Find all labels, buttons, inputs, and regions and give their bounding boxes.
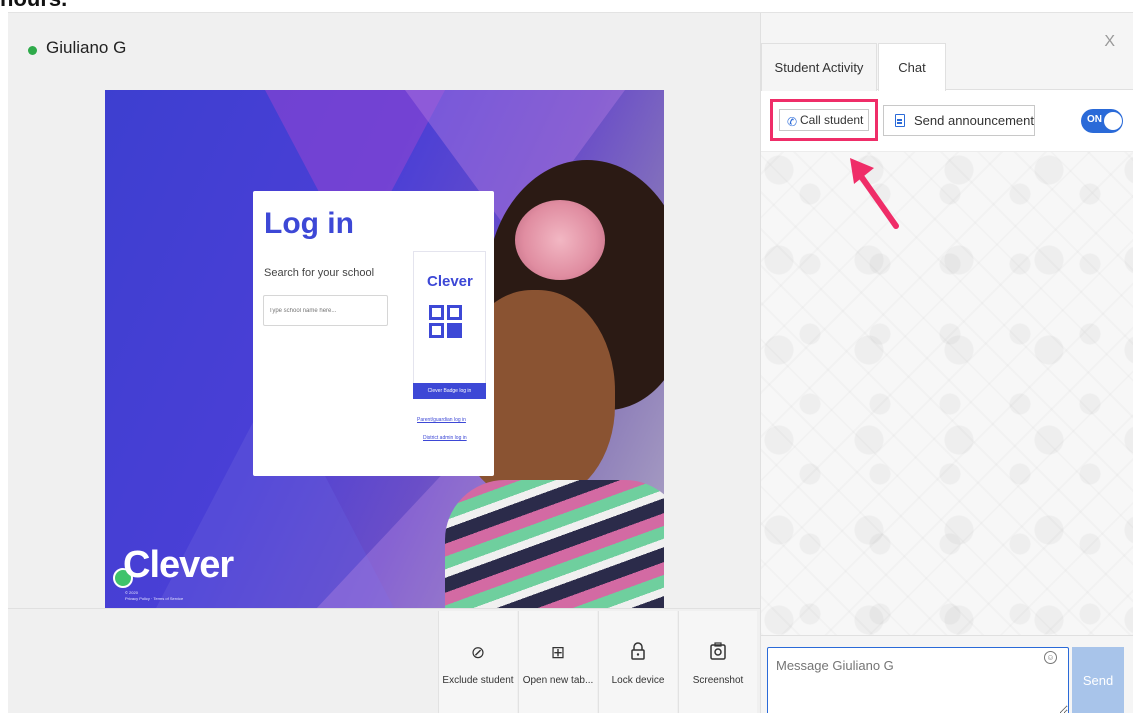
school-search-input[interactable] [263, 295, 388, 326]
toggle-label: ON [1087, 114, 1102, 125]
tool-label: Screenshot [692, 675, 744, 686]
student-screen-capture: Log in Search for your school Clever Cle… [105, 90, 664, 608]
send-announcement-button[interactable]: Send announcement [883, 105, 1035, 136]
tab-chat[interactable]: Chat [878, 43, 946, 92]
photo-hair-bow [515, 200, 605, 280]
emoji-icon[interactable]: ☺ [1044, 651, 1057, 664]
exclude-student-button[interactable]: ⊘ Exclude student [438, 611, 517, 713]
chat-actions-bar: ✆ Call student Send announcement ON [761, 91, 1133, 152]
parent-login-link[interactable]: Parent/guardian log in [417, 417, 466, 423]
send-announcement-label: Send announcement [914, 113, 1034, 128]
district-login-link[interactable]: District admin log in [423, 435, 467, 441]
toggle-knob [1104, 112, 1122, 130]
close-icon[interactable]: X [1104, 33, 1115, 51]
block-icon: ⊘ [470, 643, 486, 662]
fine-print-links: Privacy Policy · Terms of Service [125, 596, 184, 601]
student-header: Giuliano G [8, 13, 760, 89]
student-screen-pane: Giuliano G Log in Search for your school… [8, 13, 760, 713]
lock-device-button[interactable]: Lock device [598, 611, 677, 713]
camera-icon [679, 642, 757, 664]
login-title: Log in [264, 207, 354, 240]
tab-student-activity[interactable]: Student Activity [761, 43, 877, 91]
footer-fine-print: © 2020 Privacy Policy · Terms of Service [125, 590, 183, 602]
message-input[interactable] [767, 647, 1069, 713]
student-view-window: Giuliano G Log in Search for your school… [8, 12, 1133, 713]
clever-logo-large: Clever [123, 544, 234, 586]
tool-label: Exclude student [442, 675, 514, 686]
photo-sweater [445, 480, 664, 608]
clever-logo-small: Clever [427, 273, 473, 290]
panel-tabbar: Student Activity Chat X [761, 13, 1133, 92]
badge-login-button[interactable]: Clever Badge log in [413, 383, 486, 399]
page-header-fragment: hours. [0, 0, 67, 12]
student-action-toolbar: ⊘ Exclude student ⊞ Open new tab... Lock… [8, 608, 760, 713]
annotation-arrow-icon [850, 158, 899, 229]
document-icon [895, 114, 905, 127]
tool-label: Open new tab... [522, 675, 594, 686]
call-student-highlight: ✆ Call student [770, 99, 878, 141]
call-student-label: Call student [800, 113, 864, 127]
chat-messages-area [761, 152, 1133, 635]
side-panel: Student Activity Chat X ✆ Call student S… [760, 13, 1133, 713]
online-status-icon [28, 46, 37, 55]
tool-label: Lock device [611, 675, 665, 686]
call-student-button[interactable]: ✆ Call student [779, 109, 869, 131]
lock-icon [599, 642, 677, 664]
student-name: Giuliano G [46, 38, 127, 57]
message-composer: ☺ Send [761, 635, 1133, 713]
school-search-label: Search for your school [264, 267, 375, 279]
chat-toggle[interactable]: ON [1081, 109, 1123, 133]
qr-code-icon [429, 305, 463, 353]
open-new-tab-button[interactable]: ⊞ Open new tab... [518, 611, 597, 713]
login-card: Log in Search for your school Clever Cle… [253, 191, 494, 476]
new-tab-icon: ⊞ [550, 643, 566, 662]
phone-icon: ✆ [787, 115, 798, 129]
send-button[interactable]: Send [1072, 647, 1124, 713]
screenshot-button[interactable]: Screenshot [678, 611, 757, 713]
